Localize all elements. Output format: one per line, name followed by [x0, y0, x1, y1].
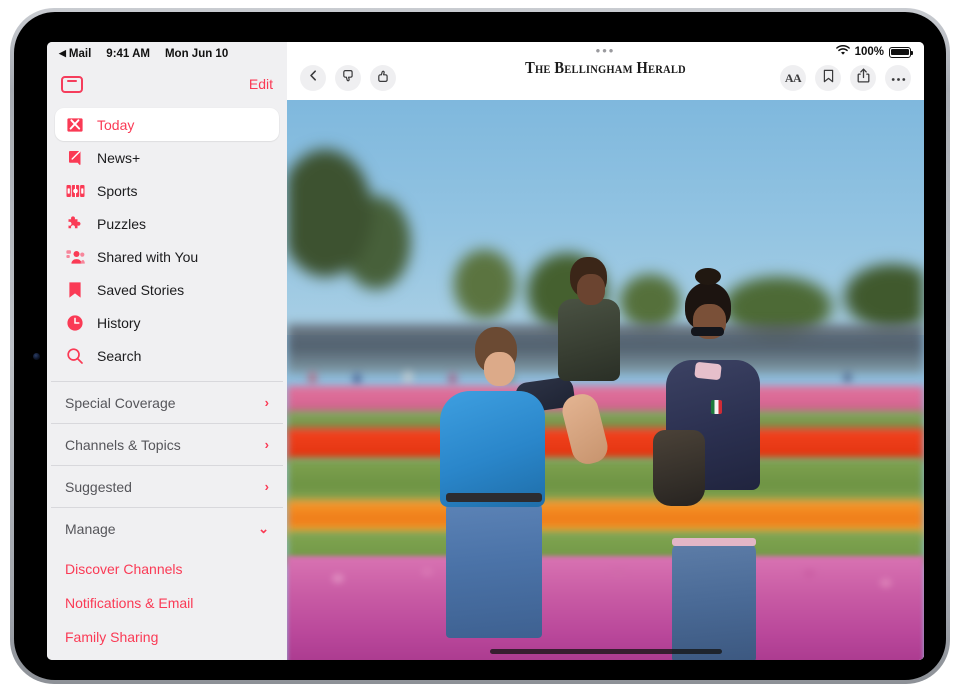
back-to-app-label[interactable]: Mail — [69, 48, 91, 60]
shared-with-you-icon — [65, 247, 85, 267]
more-ellipsis-icon — [891, 69, 906, 87]
share-icon — [857, 68, 870, 88]
text-size-button[interactable]: AA — [780, 65, 806, 91]
sports-scoreboard-icon — [65, 181, 85, 201]
sidebar-group-channels-topics[interactable]: Channels & Topics › — [51, 423, 283, 465]
sidebar-group-special-coverage[interactable]: Special Coverage › — [51, 381, 283, 423]
back-button[interactable] — [300, 65, 326, 91]
sidebar-item-label: Search — [97, 348, 141, 364]
sidebar-item-history[interactable]: History — [55, 306, 279, 339]
photo-woman-collar — [694, 362, 722, 381]
news-sidebar: ◀ Mail 9:41 AM Mon Jun 10 Edit — [47, 42, 287, 660]
sidebar-item-label: Today — [97, 117, 134, 133]
sidebar-item-label: Saved Stories — [97, 282, 184, 298]
photo-woman-handbag — [653, 430, 705, 506]
bookmark-button[interactable] — [815, 65, 841, 91]
sidebar-item-label: History — [97, 315, 141, 331]
sidebar-item-shared-with-you[interactable]: Shared with You — [55, 240, 279, 273]
article-detail-pane: ••• 100% The Bellingham Herald — [287, 42, 924, 660]
ipad-screen: ◀ Mail 9:41 AM Mon Jun 10 Edit — [47, 42, 924, 660]
status-bar-left: ◀ Mail 9:41 AM Mon Jun 10 — [47, 42, 287, 62]
status-bar-date: Mon Jun 10 — [165, 48, 228, 60]
photo-woman-hair-bun — [695, 268, 721, 285]
photo-man-torso — [440, 391, 545, 507]
sidebar-nav-list: Today News+ Sports — [47, 106, 287, 372]
share-button[interactable] — [850, 65, 876, 91]
clock-icon — [65, 313, 85, 333]
photo-woman-jeans — [672, 542, 756, 660]
like-button[interactable] — [370, 65, 396, 91]
sidebar-item-today[interactable]: Today — [55, 108, 279, 141]
news-plus-icon — [65, 148, 85, 168]
manage-link-notifications-email[interactable]: Notifications & Email — [51, 586, 283, 620]
bookmark-icon — [65, 280, 85, 300]
photo-woman-sunglasses — [691, 327, 724, 336]
front-camera — [33, 353, 40, 360]
photo-foreground-tulips — [287, 537, 924, 660]
manage-links: Discover Channels Notifications & Email … — [51, 549, 283, 654]
sidebar-item-sports[interactable]: Sports — [55, 174, 279, 207]
search-icon — [65, 346, 85, 366]
home-indicator[interactable] — [490, 649, 722, 654]
photo-man-jeans — [446, 498, 542, 638]
puzzle-piece-icon — [65, 214, 85, 234]
chevron-right-icon: › — [265, 479, 269, 494]
group-label: Channels & Topics — [65, 437, 181, 453]
sidebar-header: Edit — [47, 62, 287, 106]
article-toolbar: The Bellingham Herald — [287, 42, 924, 100]
photo-woman-jacket-emblem — [711, 400, 722, 414]
ipad-device-frame: ◀ Mail 9:41 AM Mon Jun 10 Edit — [10, 8, 950, 684]
sidebar-item-label: Puzzles — [97, 216, 146, 232]
group-label: Manage — [65, 521, 116, 537]
sidebar-item-puzzles[interactable]: Puzzles — [55, 207, 279, 240]
chevron-left-icon — [307, 69, 320, 87]
sidebar-item-saved-stories[interactable]: Saved Stories — [55, 273, 279, 306]
manage-link-family-sharing[interactable]: Family Sharing — [51, 620, 283, 654]
group-label: Suggested — [65, 479, 132, 495]
manage-link-discover-channels[interactable]: Discover Channels — [51, 552, 283, 586]
text-size-icon: AA — [785, 71, 801, 86]
edit-button[interactable]: Edit — [249, 76, 273, 92]
article-toolbar-right: AA — [780, 65, 911, 91]
status-bar-time: 9:41 AM — [106, 48, 150, 60]
chevron-right-icon: › — [265, 437, 269, 452]
photo-woman-shirt-hem — [672, 538, 756, 546]
sidebar-item-news-plus[interactable]: News+ — [55, 141, 279, 174]
back-to-app-arrow[interactable]: ◀ — [59, 48, 66, 59]
bookmark-icon — [823, 69, 834, 88]
chevron-down-icon: ⌄ — [258, 521, 269, 537]
thumbs-up-icon — [376, 69, 390, 88]
device-bezel: ◀ Mail 9:41 AM Mon Jun 10 Edit — [14, 12, 946, 680]
apple-news-icon — [65, 115, 85, 135]
photo-tulip-band-green-2 — [287, 458, 924, 506]
sidebar-group-list: Special Coverage › Channels & Topics › S… — [47, 381, 287, 654]
group-label: Special Coverage — [65, 395, 176, 411]
thumbs-down-icon — [341, 69, 355, 88]
article-lead-image — [287, 100, 924, 660]
dislike-button[interactable] — [335, 65, 361, 91]
sidebar-group-manage[interactable]: Manage ⌄ — [51, 507, 283, 549]
sidebar-item-label: Sports — [97, 183, 137, 199]
news-folio-icon[interactable] — [61, 76, 83, 93]
photo-man-face — [484, 352, 515, 386]
photo-child-face — [577, 274, 605, 305]
sidebar-item-search[interactable]: Search — [55, 339, 279, 372]
more-button[interactable] — [885, 65, 911, 91]
chevron-right-icon: › — [265, 395, 269, 410]
sidebar-item-label: News+ — [97, 150, 140, 166]
photo-child-body — [558, 299, 620, 381]
sidebar-item-label: Shared with You — [97, 249, 198, 265]
photo-man-belt — [446, 493, 542, 502]
sidebar-group-suggested[interactable]: Suggested › — [51, 465, 283, 507]
